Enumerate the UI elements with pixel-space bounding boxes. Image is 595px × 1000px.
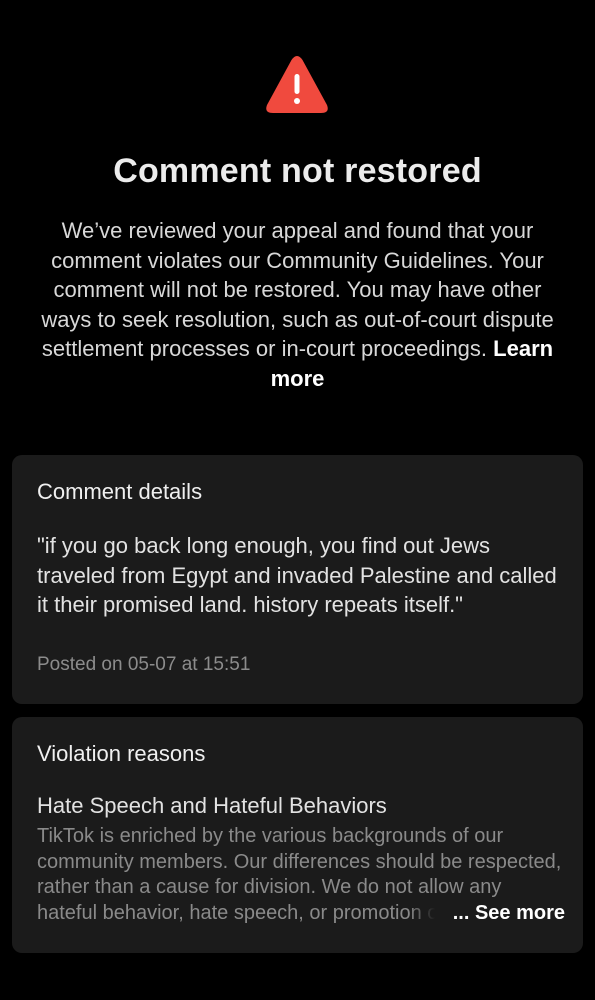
comment-text: "if you go back long enough, you find ou… bbox=[37, 533, 557, 617]
comment-details-title: Comment details bbox=[37, 479, 203, 504]
violation-reason-title: Hate Speech and Hateful Behaviors bbox=[37, 793, 387, 818]
comment-details-card: Comment details "if you go back long eno… bbox=[12, 455, 583, 704]
violation-reasons-title: Violation reasons bbox=[37, 741, 206, 766]
posted-timestamp: Posted on 05-07 at 15:51 bbox=[37, 654, 251, 675]
see-more-link[interactable]: ... See more bbox=[408, 901, 565, 927]
appeal-description: We’ve reviewed your appeal and found tha… bbox=[30, 216, 565, 393]
violation-reasons-card: Violation reasons Hate Speech and Hatefu… bbox=[12, 717, 583, 953]
description-text: We’ve reviewed your appeal and found tha… bbox=[41, 218, 554, 361]
page-title: Comment not restored bbox=[113, 152, 482, 190]
warning-triangle-icon bbox=[266, 56, 328, 113]
